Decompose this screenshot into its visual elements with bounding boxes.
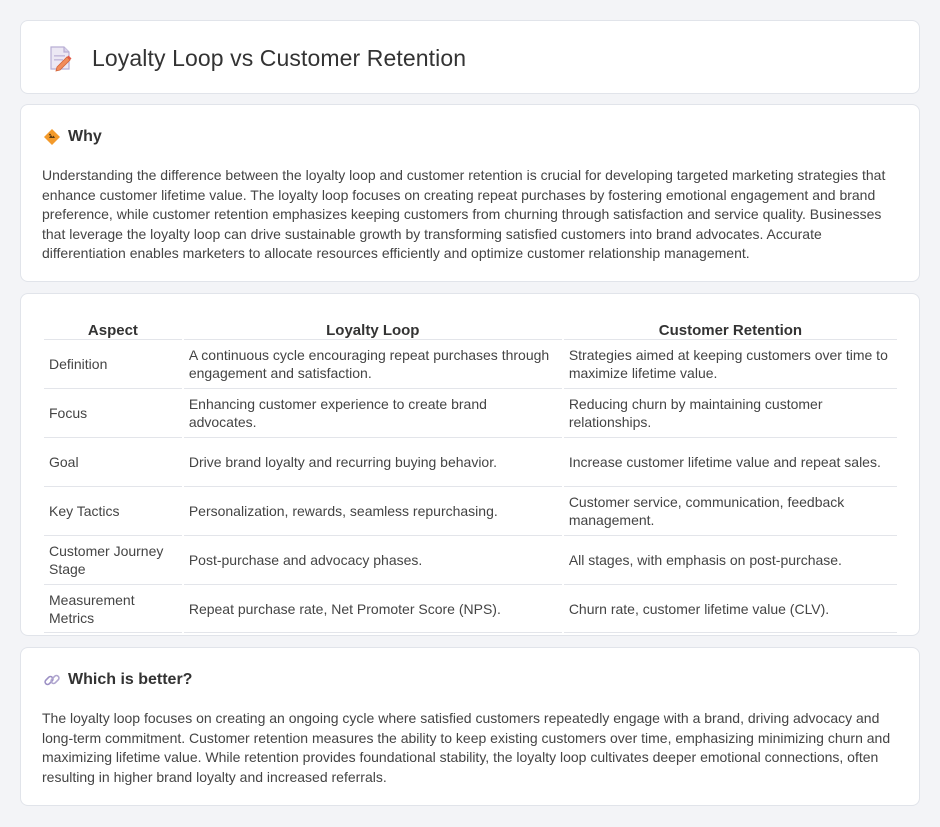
row-aspect: Measurement Metrics (44, 584, 182, 633)
header-loyalty-loop: Loyalty Loop (326, 322, 420, 339)
row-loyalty-loop: Personalization, rewards, seamless repur… (183, 486, 562, 535)
table-row: Focus Enhancing customer experience to c… (44, 388, 897, 437)
title-row: Loyalty Loop vs Customer Retention (45, 43, 466, 73)
why-heading: Why (43, 128, 102, 146)
title-card: Loyalty Loop vs Customer Retention (20, 20, 920, 94)
row-aspect: Goal (44, 437, 182, 486)
row-customer-retention: Customer service, communication, feedbac… (563, 486, 897, 535)
link-icon (43, 671, 61, 689)
row-aspect: Customer Journey Stage (44, 535, 182, 584)
table-row: Goal Drive brand loyalty and recurring b… (44, 437, 897, 486)
comparison-table: Aspect Loyalty Loop Customer Retention D… (42, 318, 899, 633)
row-loyalty-loop: Repeat purchase rate, Net Promoter Score… (183, 584, 562, 633)
row-loyalty-loop: Post-purchase and advocacy phases. (183, 535, 562, 584)
row-loyalty-loop: Drive brand loyalty and recurring buying… (183, 437, 562, 486)
row-aspect: Focus (44, 388, 182, 437)
diamond-sign-icon (43, 128, 61, 146)
row-customer-retention: Reducing churn by maintaining customer r… (563, 388, 897, 437)
row-loyalty-loop: Enhancing customer experience to create … (183, 388, 562, 437)
header-aspect: Aspect (87, 322, 138, 339)
table-row: Key Tactics Personalization, rewards, se… (44, 486, 897, 535)
why-body: Understanding the difference between the… (42, 167, 886, 262)
row-aspect: Key Tactics (44, 486, 182, 535)
page-title: Loyalty Loop vs Customer Retention (92, 44, 467, 71)
which-is-better-card: Which is better? The loyalty loop focuse… (20, 647, 920, 806)
better-heading: Which is better? (43, 671, 192, 689)
document-pencil-icon (45, 43, 75, 73)
table-row: Customer Journey Stage Post-purchase and… (44, 535, 897, 584)
table-header-row: Aspect Loyalty Loop Customer Retention (44, 318, 897, 339)
row-customer-retention: Churn rate, customer lifetime value (CLV… (563, 584, 897, 633)
row-customer-retention: Strategies aimed at keeping customers ov… (563, 339, 897, 388)
row-aspect: Definition (44, 339, 182, 388)
better-title: Which is better? (68, 671, 193, 688)
table-row: Definition A continuous cycle encouragin… (44, 339, 897, 388)
header-customer-retention: Customer Retention (658, 322, 803, 339)
row-loyalty-loop: A continuous cycle encouraging repeat pu… (183, 339, 562, 388)
row-customer-retention: Increase customer lifetime value and rep… (563, 437, 897, 486)
why-title: Why (68, 128, 102, 145)
table-row: Measurement Metrics Repeat purchase rate… (44, 584, 897, 633)
row-customer-retention: All stages, with emphasis on post-purcha… (563, 535, 897, 584)
why-card: Why Understanding the difference between… (20, 104, 920, 282)
comparison-card: Aspect Loyalty Loop Customer Retention D… (20, 293, 920, 636)
better-body: The loyalty loop focuses on creating an … (42, 710, 891, 785)
